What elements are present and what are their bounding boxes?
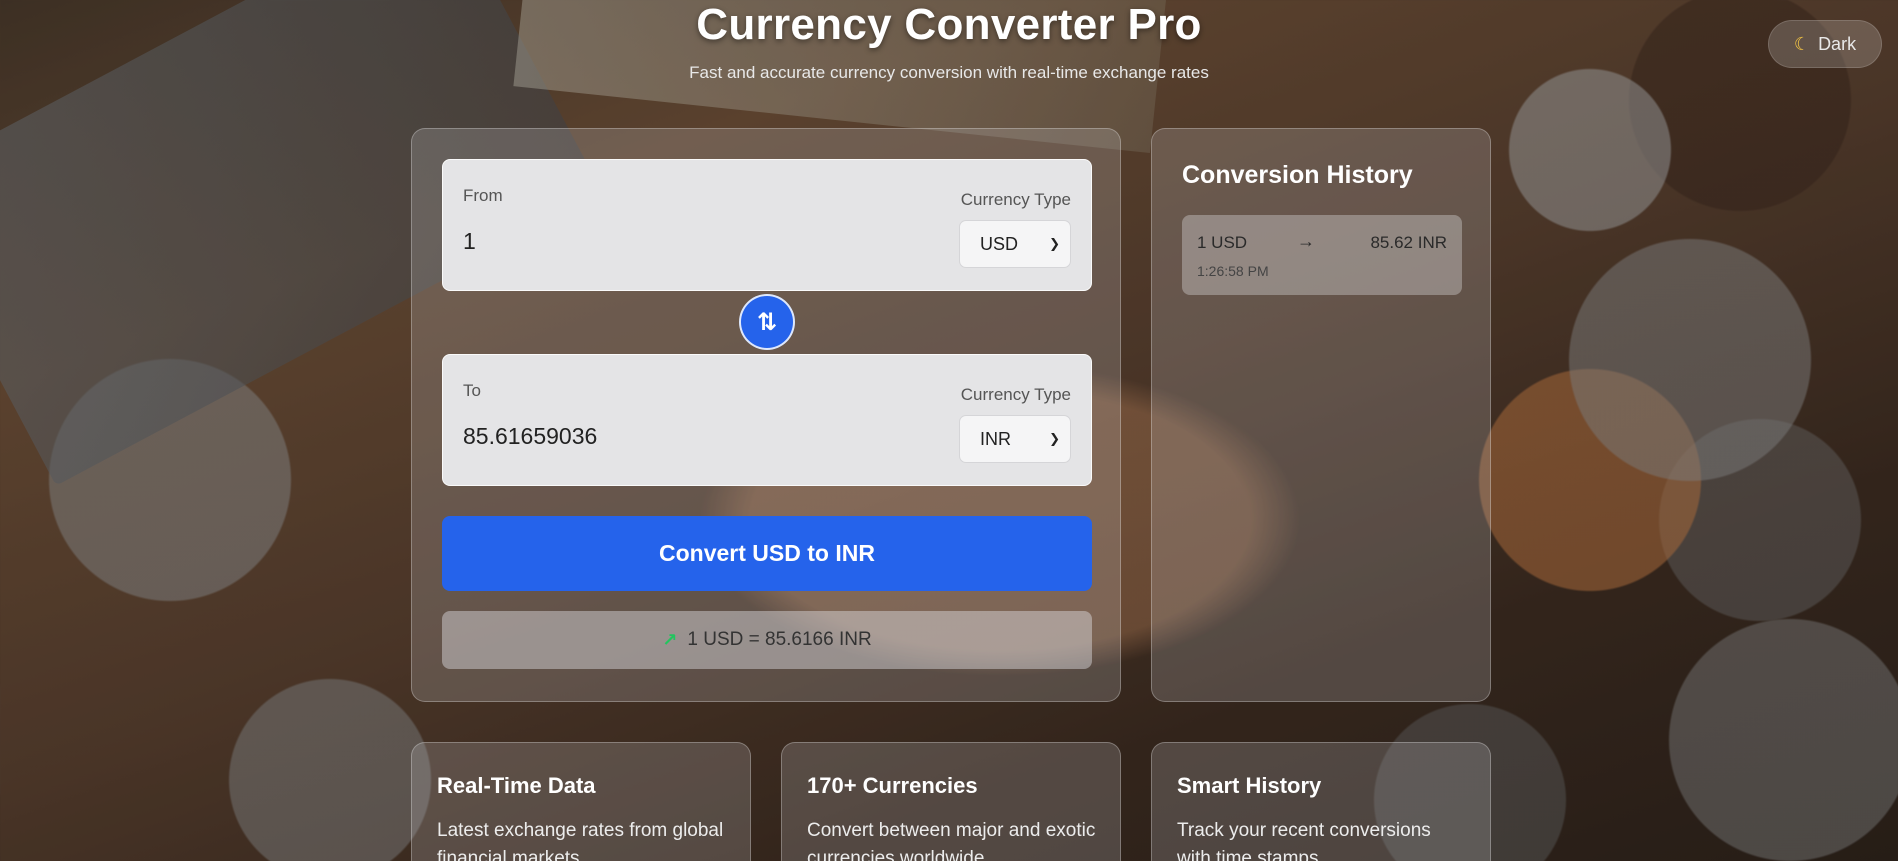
page-title: Currency Converter Pro [696, 0, 1202, 49]
history-title: Conversion History [1182, 161, 1413, 189]
to-currency-value: INR [980, 428, 1011, 449]
swap-button[interactable]: ⇅ [739, 294, 795, 350]
feature-title: Real-Time Data [437, 773, 596, 798]
history-panel: Conversion History 1 USD → 85.62 INR 1:2… [1151, 128, 1491, 702]
feature-card-currencies: 170+ Currencies Convert between major an… [781, 742, 1121, 861]
converter-card: From 1 Currency Type USD ❯ ⇅ To 85.61659… [411, 128, 1121, 702]
from-currency-value: USD [980, 233, 1019, 254]
history-item[interactable]: 1 USD → 85.62 INR 1:26:58 PM [1182, 215, 1462, 295]
feature-text: Convert between major and exotic currenc… [807, 820, 1096, 861]
to-label: To [463, 381, 481, 400]
convert-button[interactable]: Convert USD to INR [442, 516, 1092, 591]
to-currency-type-label: Currency Type [960, 385, 1071, 404]
feature-title: 170+ Currencies [807, 773, 978, 798]
feature-title: Smart History [1177, 773, 1322, 798]
to-currency-select[interactable]: INR ❯ [959, 415, 1071, 463]
chevron-down-icon: ❯ [1049, 236, 1060, 251]
exchange-rate-display: ↗ 1 USD = 85.6166 INR [442, 611, 1092, 669]
trending-up-icon: ↗ [662, 629, 678, 650]
from-currency-type-label: Currency Type [960, 190, 1071, 209]
from-amount-input[interactable]: 1 [463, 228, 476, 255]
arrow-right-icon: → [1297, 231, 1315, 251]
feature-text: Track your recent conversions with time … [1177, 820, 1431, 861]
history-item-to: 85.62 INR [1370, 233, 1447, 252]
history-item-from: 1 USD [1197, 233, 1248, 252]
history-item-time: 1:26:58 PM [1197, 263, 1269, 279]
theme-toggle-label: Dark [1818, 33, 1857, 54]
exchange-rate-text: 1 USD = 85.6166 INR [687, 629, 872, 650]
from-currency-select[interactable]: USD ❯ [959, 220, 1071, 268]
swap-arrows-icon: ⇅ [756, 308, 778, 336]
chevron-down-icon: ❯ [1049, 431, 1060, 446]
page-subtitle: Fast and accurate currency conversion wi… [689, 63, 1209, 82]
feature-card-realtime: Real-Time Data Latest exchange rates fro… [411, 742, 751, 861]
feature-text: Latest exchange rates from global financ… [437, 820, 724, 861]
moon-icon: ☾ [1793, 33, 1811, 54]
from-field-card: From 1 Currency Type USD ❯ [442, 159, 1092, 291]
from-label: From [463, 186, 503, 205]
to-field-card: To 85.61659036 Currency Type INR ❯ [442, 354, 1092, 486]
to-amount-output[interactable]: 85.61659036 [463, 423, 597, 450]
feature-card-history: Smart History Track your recent conversi… [1151, 742, 1491, 861]
theme-toggle-button[interactable]: ☾ Dark [1768, 20, 1882, 68]
